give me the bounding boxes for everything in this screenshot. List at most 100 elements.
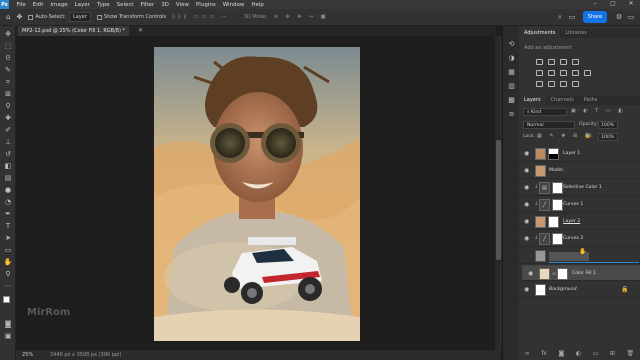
scrollbar-thumb[interactable]	[496, 140, 501, 260]
visibility-eye-icon[interactable]: ◉	[528, 271, 534, 277]
layer-name[interactable]: Curves 2	[563, 236, 583, 241]
visibility-eye-icon[interactable]: ◉	[524, 236, 530, 242]
foreground-color-swatch[interactable]	[3, 296, 10, 303]
layer-name[interactable]: Background	[549, 287, 577, 292]
layer-row-drag-ghost[interactable]: ✋	[519, 248, 640, 264]
document-tab[interactable]: MP2-12.psd @ 25% (Color Fill 1, RGB/8) *	[18, 26, 130, 36]
settings-icon[interactable]: ⚙	[615, 13, 623, 21]
home-icon[interactable]: ⌂	[6, 13, 10, 21]
more-tools-icon[interactable]: ⋯	[3, 282, 13, 290]
curves-icon[interactable]	[560, 59, 567, 65]
vibrance-icon[interactable]	[536, 70, 543, 76]
layer-name[interactable]: Layer 1	[563, 151, 580, 156]
layer-name[interactable]: Model	[549, 168, 563, 173]
zoom-tool-icon[interactable]: ⚲	[3, 270, 13, 278]
share-button[interactable]: Share	[583, 11, 607, 23]
vertical-scrollbar[interactable]	[495, 36, 502, 350]
invert-icon[interactable]	[536, 81, 543, 87]
lasso-tool-icon[interactable]: ᘓ	[3, 54, 13, 62]
layer-filter-kind[interactable]: ⌕ Kind	[523, 108, 567, 116]
menu-edit[interactable]: Edit	[33, 2, 44, 8]
menu-3d[interactable]: 3D	[161, 2, 169, 8]
clone-stamp-tool-icon[interactable]: ⊥	[3, 138, 13, 146]
visibility-eye-icon[interactable]: ◉	[524, 202, 530, 208]
new-layer-icon[interactable]: ⊞	[610, 350, 615, 357]
history-brush-tool-icon[interactable]: ↺	[3, 150, 13, 158]
delete-layer-icon[interactable]: 🗑	[627, 350, 635, 357]
path-select-tool-icon[interactable]: ➤	[3, 234, 13, 242]
auto-select-dropdown[interactable]: Layer	[68, 12, 91, 22]
exposure-icon[interactable]	[572, 59, 579, 65]
threshold-icon[interactable]	[560, 81, 567, 87]
layer-row-selected[interactable]: ◉ ∞ Color Fill 1	[522, 265, 640, 281]
swatches-icon[interactable]: ▦	[507, 68, 516, 76]
layer-filter-icons[interactable]: ▣ ◐ T ▭ ◧	[571, 108, 626, 114]
menu-file[interactable]: File	[17, 2, 26, 8]
screen-mode-icon[interactable]: ▣	[3, 332, 13, 340]
menu-help[interactable]: Help	[251, 2, 264, 8]
layer-name[interactable]: Layer 2	[563, 219, 580, 224]
zoom-level[interactable]: 25%	[22, 350, 33, 360]
brightness-icon[interactable]	[536, 59, 543, 65]
black-white-icon[interactable]	[572, 70, 579, 76]
document-image[interactable]	[154, 47, 360, 341]
marquee-tool-icon[interactable]: ⬚	[3, 42, 13, 50]
properties-icon[interactable]: ≡	[507, 110, 516, 118]
color-icon[interactable]: ◑	[507, 54, 516, 62]
hue-saturation-icon[interactable]	[548, 70, 555, 76]
maximize-button[interactable]: ▢	[604, 0, 622, 7]
status-arrow-icon[interactable]: ›	[106, 350, 108, 360]
workspace-icon[interactable]: ▭	[568, 13, 576, 21]
align-icons[interactable]: ▯▯▯ ▭▭▭ ⋯	[172, 14, 230, 20]
layer-row[interactable]: ◉ Layer 2	[519, 214, 640, 230]
close-window-button[interactable]: ✕	[622, 0, 640, 7]
visibility-eye-icon[interactable]: ◉	[524, 219, 530, 225]
opacity-input[interactable]: 100%	[598, 121, 618, 129]
new-adjustment-icon[interactable]: ◐	[576, 350, 581, 357]
fill-input[interactable]: 100%	[598, 133, 618, 141]
pen-tool-icon[interactable]: ✒	[3, 210, 13, 218]
visibility-eye-icon[interactable]: ◉	[524, 185, 530, 191]
patterns-icon[interactable]: ▩	[507, 96, 516, 104]
chain-link-icon[interactable]: ∞	[552, 271, 556, 277]
menu-select[interactable]: Select	[117, 2, 134, 8]
gradient-map-icon[interactable]	[572, 81, 579, 87]
quick-mask-icon[interactable]: ◙	[3, 320, 13, 328]
brush-tool-icon[interactable]: ✐	[3, 126, 13, 134]
layer-name[interactable]: Curves 1	[563, 202, 583, 207]
eraser-tool-icon[interactable]: ◧	[3, 162, 13, 170]
visibility-eye-icon[interactable]: ◉	[524, 168, 530, 174]
menu-view[interactable]: View	[176, 2, 189, 8]
menu-type[interactable]: Type	[97, 2, 110, 8]
crop-tool-icon[interactable]: ⌗	[3, 78, 13, 86]
blend-mode-dropdown[interactable]: Normal	[523, 121, 575, 129]
visibility-eye-icon[interactable]: ◉	[524, 287, 530, 293]
layer-row[interactable]: ◉ ↓ ╱ Curves 1	[519, 197, 640, 213]
menu-filter[interactable]: Filter	[141, 2, 155, 8]
auto-select-checkbox[interactable]: Auto-Select:	[28, 14, 66, 20]
tab-libraries[interactable]: Libraries	[560, 29, 592, 38]
layer-row[interactable]: ◉ Layer 1	[519, 146, 640, 162]
visibility-eye-icon[interactable]: ◉	[524, 151, 530, 157]
photo-filter-icon[interactable]	[584, 70, 591, 76]
show-transform-checkbox[interactable]: Show Transform Controls	[96, 14, 166, 20]
gradient-tool-icon[interactable]: ▤	[3, 174, 13, 182]
layer-row[interactable]: ◉ ↓ ╱ Curves 2	[519, 231, 640, 247]
frame-tool-icon[interactable]: ⊠	[3, 90, 13, 98]
dodge-tool-icon[interactable]: ◔	[3, 198, 13, 206]
type-tool-icon[interactable]: T	[3, 222, 13, 230]
menu-plugins[interactable]: Plugins	[196, 2, 216, 8]
gradients-icon[interactable]: ▥	[507, 82, 516, 90]
menu-layer[interactable]: Layer	[75, 2, 90, 8]
3d-mode-icons[interactable]: ⊕ ✥ ✥ ↔ ■	[274, 14, 329, 20]
move-tool-icon[interactable]: ✥	[3, 30, 13, 38]
quick-select-tool-icon[interactable]: ✎	[3, 66, 13, 74]
layer-name[interactable]: Selective Color 1	[563, 185, 602, 190]
link-layers-icon[interactable]: ∞	[525, 350, 530, 357]
rectangle-tool-icon[interactable]: ▭	[3, 246, 13, 254]
eyedropper-tool-icon[interactable]: ⚲	[3, 102, 13, 110]
tab-paths[interactable]: Paths	[579, 96, 603, 105]
tab-adjustments[interactable]: Adjustments	[519, 29, 561, 38]
layer-row[interactable]: ◉ Background 🔒	[519, 282, 640, 298]
layer-row[interactable]: ◉ Model	[519, 163, 640, 179]
